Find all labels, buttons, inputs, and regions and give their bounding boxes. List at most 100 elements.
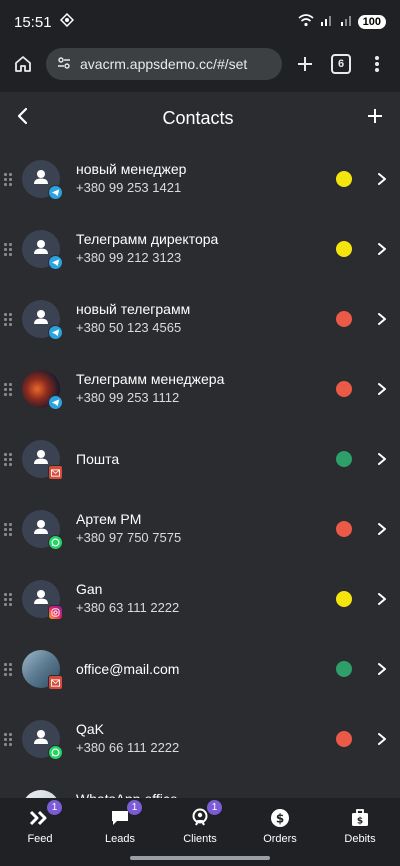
more-menu-icon[interactable] xyxy=(364,51,390,77)
signal-icon-2 xyxy=(340,13,352,31)
chevron-right-icon xyxy=(376,312,388,326)
telegram-icon xyxy=(48,255,63,270)
contact-row[interactable]: Телеграмм менеджера +380 99 253 1112 xyxy=(0,354,400,424)
notification-badge: 1 xyxy=(127,800,142,815)
nav-label: Clients xyxy=(183,833,217,845)
telegram-icon xyxy=(48,185,63,200)
page-title: Contacts xyxy=(162,107,234,128)
home-icon[interactable] xyxy=(10,51,36,77)
nav-label: Feed xyxy=(27,833,53,845)
drag-handle-icon[interactable] xyxy=(4,452,16,466)
leads-icon: 1 xyxy=(108,800,142,830)
contact-name: Артем PM xyxy=(76,511,142,527)
contact-info: Пошта xyxy=(76,450,336,468)
tab-switcher-button[interactable]: 6 xyxy=(328,51,354,77)
avatar xyxy=(22,370,63,410)
drag-handle-icon[interactable] xyxy=(4,382,16,396)
svg-text:$: $ xyxy=(276,812,284,826)
nav-debits[interactable]: $ Debits xyxy=(325,806,395,866)
contact-name: Телеграмм менеджера xyxy=(76,371,225,387)
drag-handle-icon[interactable] xyxy=(4,522,16,536)
chevron-right-icon xyxy=(376,522,388,536)
whatsapp-icon xyxy=(48,745,63,760)
status-indicator xyxy=(336,241,352,257)
contact-phone: +380 97 750 7575 xyxy=(76,530,182,545)
contact-row[interactable]: office@mail.com xyxy=(0,634,400,704)
mail-icon xyxy=(48,465,63,480)
drag-handle-icon[interactable] xyxy=(4,312,16,326)
avatar xyxy=(22,160,63,200)
address-bar[interactable]: avacrm.appsdemo.cc/#/set xyxy=(46,48,282,80)
drag-handle-icon[interactable] xyxy=(4,172,16,186)
contact-info: новый менеджер +380 99 253 1421 xyxy=(76,160,336,198)
notification-badge: 1 xyxy=(47,800,62,815)
home-indicator xyxy=(130,856,270,860)
instagram-icon xyxy=(48,605,63,620)
avatar xyxy=(22,580,63,620)
contact-info: office@mail.com xyxy=(76,660,336,678)
person-icon xyxy=(31,237,51,262)
contact-info: Телеграмм менеджера +380 99 253 1112 xyxy=(76,370,336,408)
contact-row[interactable]: Gan +380 63 111 2222 xyxy=(0,564,400,634)
add-contact-icon[interactable] xyxy=(366,107,384,130)
status-indicator xyxy=(336,731,352,747)
telegram-icon xyxy=(48,395,63,410)
new-tab-icon[interactable] xyxy=(292,51,318,77)
nav-feed[interactable]: 1 Feed xyxy=(5,800,75,866)
contact-info: QaK +380 66 111 2222 xyxy=(76,720,336,758)
avatar xyxy=(22,300,63,340)
contact-name: Пошта xyxy=(76,451,120,467)
status-indicator xyxy=(336,661,352,677)
avatar xyxy=(22,230,63,270)
nav-label: Leads xyxy=(105,833,135,845)
contact-name: Gan xyxy=(76,581,103,597)
avatar xyxy=(22,510,63,550)
wifi-icon xyxy=(298,13,314,31)
contact-phone: +380 63 111 2222 xyxy=(76,600,180,615)
contact-phone: +380 99 212 3123 xyxy=(76,250,182,265)
contact-phone: +380 66 111 2222 xyxy=(76,740,180,755)
contact-name: Телеграмм директора xyxy=(76,231,219,247)
contact-row[interactable]: новый телеграмм +380 50 123 4565 xyxy=(0,284,400,354)
drag-handle-icon[interactable] xyxy=(4,592,16,606)
contact-name: QaK xyxy=(76,721,105,737)
contact-info: Артем PM +380 97 750 7575 xyxy=(76,510,336,548)
status-indicator xyxy=(336,521,352,537)
status-indicator xyxy=(336,311,352,327)
contact-row[interactable]: Телеграмм директора +380 99 212 3123 xyxy=(0,214,400,284)
contact-name: новый телеграмм xyxy=(76,301,191,317)
chevron-right-icon xyxy=(376,732,388,746)
chevron-right-icon xyxy=(376,242,388,256)
drag-handle-icon[interactable] xyxy=(4,662,16,676)
contact-row[interactable]: Артем PM +380 97 750 7575 xyxy=(0,494,400,564)
contact-row[interactable]: новый менеджер +380 99 253 1421 xyxy=(0,144,400,214)
status-indicator xyxy=(336,451,352,467)
contact-list: новый менеджер +380 99 253 1421 Телеграм… xyxy=(0,144,400,844)
clients-icon: 1 xyxy=(188,800,222,830)
person-icon xyxy=(31,167,51,192)
signal-icon xyxy=(320,13,334,31)
status-indicator xyxy=(336,591,352,607)
contact-row[interactable]: Пошта xyxy=(0,424,400,494)
avatar xyxy=(22,720,63,760)
drag-handle-icon[interactable] xyxy=(4,732,16,746)
contact-phone: +380 99 253 1421 xyxy=(76,180,182,195)
chevron-right-icon xyxy=(376,662,388,676)
contact-name: новый менеджер xyxy=(76,161,187,177)
avatar xyxy=(22,650,63,690)
chevron-right-icon xyxy=(376,382,388,396)
status-bar: 15:51 100 xyxy=(0,0,400,44)
person-icon xyxy=(31,307,51,332)
contact-info: Телеграмм директора +380 99 212 3123 xyxy=(76,230,336,268)
contact-name: office@mail.com xyxy=(76,661,180,677)
nav-label: Orders xyxy=(263,833,297,845)
back-icon[interactable] xyxy=(16,107,30,130)
contact-phone: +380 99 253 1112 xyxy=(76,390,180,405)
drag-handle-icon[interactable] xyxy=(4,242,16,256)
mail-icon xyxy=(48,675,63,690)
site-settings-icon[interactable] xyxy=(56,55,72,74)
debits-icon: $ xyxy=(348,806,372,830)
browser-toolbar: avacrm.appsdemo.cc/#/set 6 xyxy=(0,44,400,84)
contact-row[interactable]: QaK +380 66 111 2222 xyxy=(0,704,400,774)
avatar xyxy=(22,440,63,480)
